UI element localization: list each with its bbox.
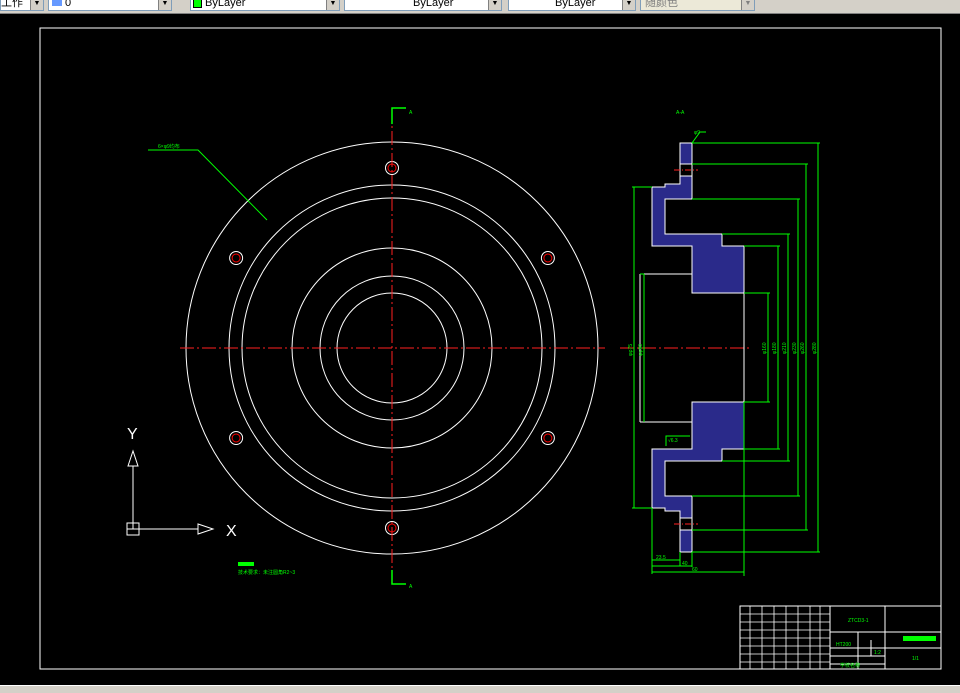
ucs-x-arrow-icon [197, 523, 215, 535]
color-value: ByLayer [205, 0, 246, 9]
centerlines [180, 109, 752, 584]
dim-text-r4: φ230 [792, 342, 798, 354]
bolt-hole [229, 251, 244, 265]
chevron-down-icon[interactable]: ▼ [741, 0, 754, 10]
lineweight-value: ByLayer [555, 0, 596, 9]
bolt-hole-inner [543, 253, 553, 263]
title-block-company-block [903, 636, 936, 641]
layer-dropdown[interactable]: 0 ▼ [48, 0, 172, 11]
chevron-down-icon[interactable]: ▼ [622, 0, 635, 10]
tech-note-heading-block [238, 562, 254, 566]
color-dropdown[interactable]: ByLayer ▼ [190, 0, 340, 11]
workspace-dropdown[interactable]: 工作 ▼ [0, 0, 44, 11]
hole-note-text: 6×φ9均布 [158, 143, 180, 150]
dim-text-left-2: φφ90 [638, 344, 644, 356]
bolt-hole-inner [543, 433, 553, 443]
dim-text-r6: φ280 [812, 342, 818, 354]
dim-text-bottom-3: 60 [692, 567, 698, 573]
plotstyle-dropdown[interactable]: 随颜色 ▼ [640, 0, 755, 11]
section-title: A-A [676, 110, 685, 116]
bolt-hole-inner [231, 253, 241, 263]
tb-company: 学校名称 [840, 662, 860, 669]
dim-text-bottom-1: 23.5 [656, 555, 666, 561]
section-hatch-upper [651, 142, 745, 294]
bolt-hole-inner [231, 433, 241, 443]
dim-text-r2: φ180 [772, 342, 778, 354]
section-letter-bottom: A [409, 584, 413, 590]
bolt-hole [540, 251, 555, 265]
linetype-value: ByLayer [413, 0, 454, 9]
dim-text-r1: φ160 [762, 342, 768, 354]
tb-sheet: 1/1 [912, 656, 919, 662]
tb-drawing-no: ZTCD3-1 [848, 618, 869, 624]
ucs-icon [126, 449, 215, 536]
chevron-down-icon[interactable]: ▼ [326, 0, 339, 10]
title-block-texts: ZTCD3-1 HT200 1:2 1/1 学校名称 [836, 618, 919, 669]
layer-state-icon [52, 0, 62, 6]
layer-value: 0 [65, 0, 72, 9]
chevron-down-icon[interactable]: ▼ [488, 0, 501, 10]
surface-mark-text: √6.3 [668, 437, 678, 444]
ucs-y-label: Y [127, 426, 138, 443]
ucs-x-label: X [226, 523, 237, 540]
dim-text-left-1: φφ75 [628, 344, 634, 356]
section-mark-bottom [391, 570, 406, 585]
tb-scale: 1:2 [874, 650, 881, 656]
chevron-down-icon[interactable]: ▼ [30, 0, 43, 10]
lineweight-dropdown[interactable]: ByLayer ▼ [508, 0, 636, 11]
bolt-hole [540, 431, 555, 445]
drawing-canvas[interactable]: A A 6×φ9均布 Y X 技术要求：未注圆角R2~3 A-A φ9 √6.3… [0, 14, 960, 685]
properties-toolbar: 工作 ▼ 0 ▼ ByLayer ▼ ByLayer ▼ ByLayer ▼ 随颜色 ▼ [0, 0, 960, 14]
tb-material: HT200 [836, 642, 851, 648]
tech-note-text: 技术要求：未注圆角R2~3 [238, 569, 295, 576]
workspace-label: 工作 [1, 0, 23, 9]
section-mark-top [391, 107, 406, 124]
ucs-y-arrow-icon [127, 449, 139, 467]
linetype-dropdown[interactable]: ByLayer ▼ [344, 0, 502, 11]
dim-text-r3: φ210 [782, 342, 788, 354]
dim-text-r5: φ260 [800, 342, 806, 354]
hole-note-leader [148, 149, 268, 221]
section-marks [391, 107, 406, 585]
bolt-hole [229, 431, 244, 445]
section-letter-top: A [409, 110, 413, 116]
chevron-down-icon[interactable]: ▼ [158, 0, 171, 10]
color-swatch-icon [193, 0, 202, 8]
bolt-hole-centerlines [674, 169, 698, 525]
plotstyle-value: 随颜色 [645, 0, 678, 9]
title-block-grid [740, 606, 830, 669]
dim-text-top: φ9 [694, 130, 700, 136]
dim-text-bottom-2: 40 [682, 561, 688, 567]
